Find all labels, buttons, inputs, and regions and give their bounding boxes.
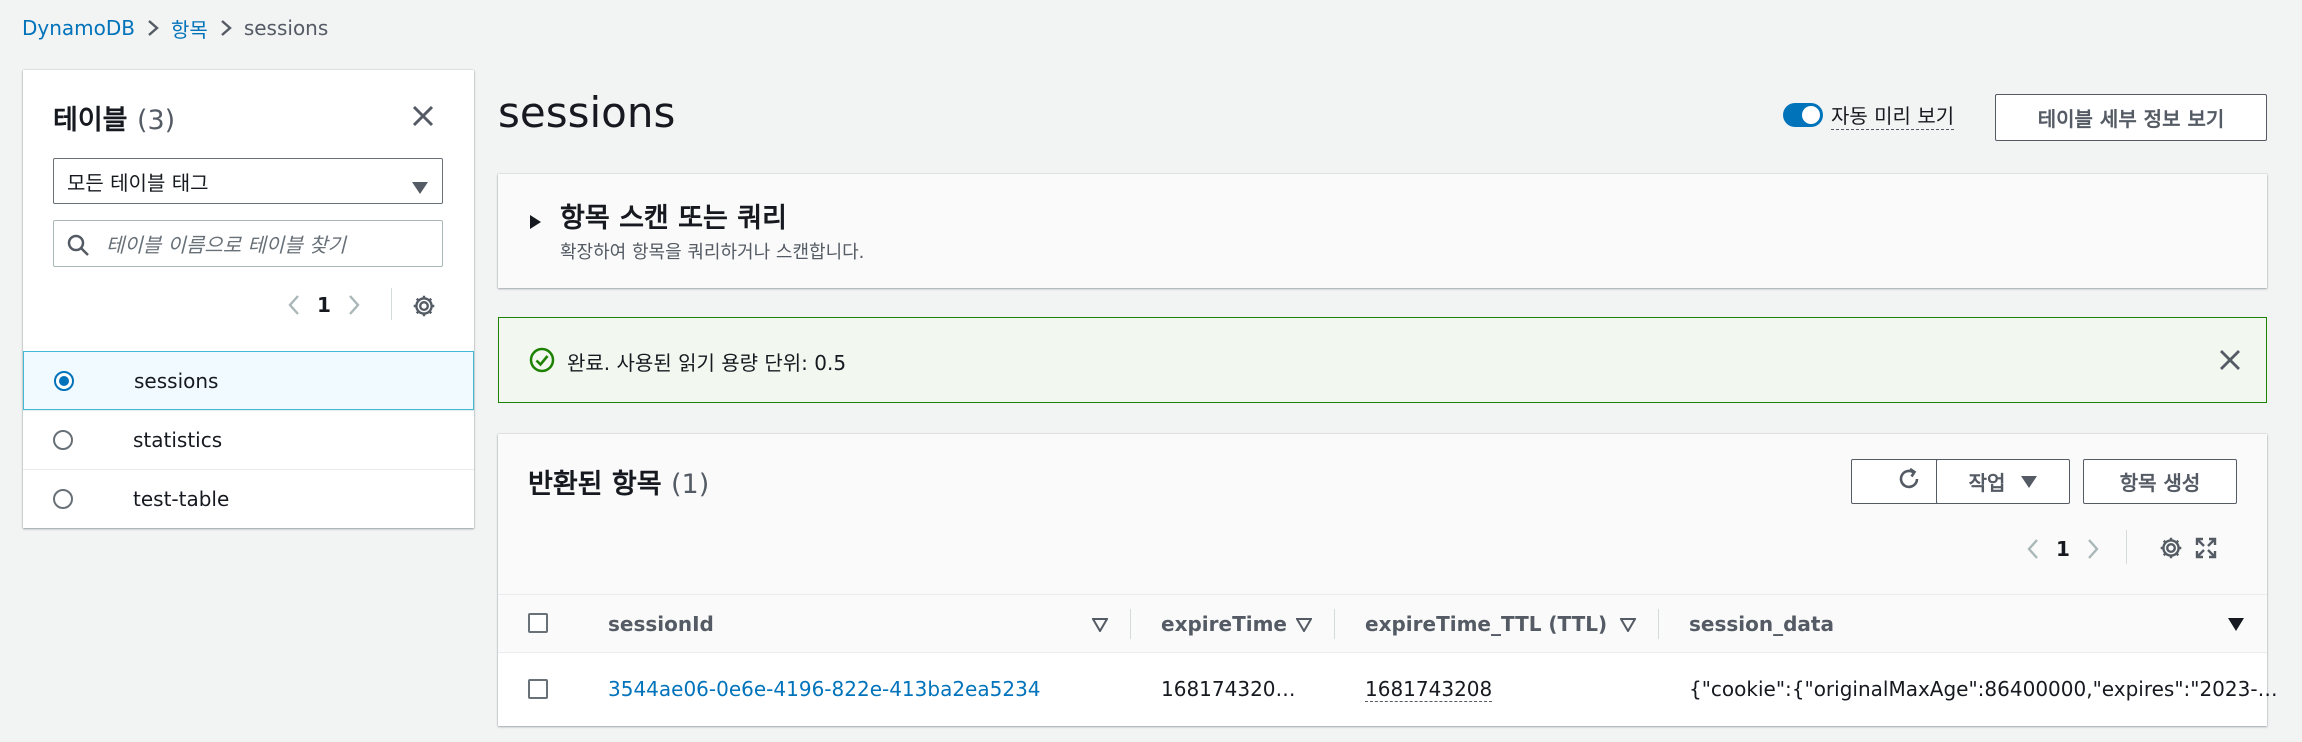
column-header-sessionid[interactable]: sessionId xyxy=(608,612,714,636)
tables-panel: 테이블 (3) 모든 테이블 태그 테이블 이름으로 테이블 찾기 1 sess… xyxy=(23,70,474,528)
results-page-number[interactable]: 1 xyxy=(2048,537,2078,561)
sort-descending-icon[interactable] xyxy=(2228,617,2244,636)
fullscreen-expand-icon[interactable] xyxy=(2190,532,2222,564)
expire-time-ttl-cell[interactable]: 1681743208 xyxy=(1365,677,1493,702)
returned-items-title: 반환된 항목 (1) xyxy=(528,462,709,501)
returned-items-title-text: 반환된 항목 xyxy=(528,469,662,500)
column-header-session-data[interactable]: session_data xyxy=(1689,612,1834,636)
create-item-button[interactable]: 항목 생성 xyxy=(2083,459,2237,504)
table-list-item-label: test-table xyxy=(133,487,230,511)
select-all-checkbox[interactable] xyxy=(528,613,548,633)
returned-items-count: (1) xyxy=(671,469,710,500)
tables-title-text: 테이블 xyxy=(53,105,128,136)
radio-button-selected[interactable] xyxy=(54,371,74,391)
auto-preview-toggle[interactable] xyxy=(1783,103,1823,127)
success-flashbar: 완료. 사용된 읽기 용량 단위: 0.5 xyxy=(498,317,2267,403)
caret-right-icon[interactable] xyxy=(528,214,542,234)
refresh-icon xyxy=(1896,466,1922,497)
check-circle-icon xyxy=(529,347,555,377)
table-tag-select[interactable]: 모든 테이블 태그 xyxy=(53,158,443,204)
radio-button[interactable] xyxy=(53,489,73,509)
chevron-right-icon xyxy=(135,18,171,38)
tables-panel-title: 테이블 (3) xyxy=(53,98,175,137)
row-checkbox[interactable] xyxy=(528,679,548,699)
column-divider[interactable] xyxy=(1658,609,1659,639)
chevron-right-icon xyxy=(208,18,244,38)
gear-icon[interactable] xyxy=(2155,532,2187,564)
session-id-link[interactable]: 3544ae06-0e6e-4196-822e-413ba2ea5234 xyxy=(608,677,1041,701)
tables-count: (3) xyxy=(136,105,176,136)
chevron-left-icon[interactable] xyxy=(279,290,309,320)
actions-dropdown-button[interactable]: 작업 xyxy=(1936,459,2070,504)
returned-items-panel: 반환된 항목 (1) 작업 항목 생성 1 sessionId expireTi… xyxy=(498,434,2278,726)
chevron-right-icon[interactable] xyxy=(2078,534,2108,564)
sort-icon[interactable] xyxy=(1295,617,1313,636)
close-icon[interactable] xyxy=(2215,345,2245,375)
chevron-right-icon[interactable] xyxy=(339,290,369,320)
table-list-item-test-table[interactable]: test-table xyxy=(23,469,474,528)
table-list-item-label: sessions xyxy=(134,368,219,393)
page-title: sessions xyxy=(498,88,676,137)
table-list: sessions statistics test-table xyxy=(23,351,474,528)
actions-button-label: 작업 xyxy=(1968,471,2006,495)
auto-preview-label[interactable]: 자동 미리 보기 xyxy=(1831,100,1955,130)
chevron-left-icon[interactable] xyxy=(2018,534,2048,564)
session-data-cell: {"cookie":{"originalMaxAge":86400000,"ex… xyxy=(1689,677,2278,701)
sort-icon[interactable] xyxy=(1091,617,1109,636)
table-search-placeholder: 테이블 이름으로 테이블 찾기 xyxy=(106,233,346,257)
table-row: 3544ae06-0e6e-4196-822e-413ba2ea5234 168… xyxy=(498,653,2278,726)
breadcrumb-current: sessions xyxy=(243,16,329,40)
column-divider[interactable] xyxy=(1130,609,1131,639)
caret-down-icon xyxy=(2021,475,2038,488)
scan-query-title[interactable]: 항목 스캔 또는 쿼리 xyxy=(560,196,787,235)
column-header-expiretime-ttl[interactable]: expireTime_TTL (TTL) xyxy=(1365,612,1607,636)
search-icon xyxy=(66,233,90,262)
table-list-item-sessions[interactable]: sessions xyxy=(23,351,474,410)
tables-page-number[interactable]: 1 xyxy=(309,293,339,317)
success-message: 완료. 사용된 읽기 용량 단위: 0.5 xyxy=(567,351,847,375)
divider xyxy=(2126,530,2127,564)
sort-icon[interactable] xyxy=(1619,617,1637,636)
table-search-input[interactable]: 테이블 이름으로 테이블 찾기 xyxy=(53,220,443,267)
column-divider[interactable] xyxy=(1334,609,1335,639)
divider xyxy=(391,288,392,320)
scan-query-subtitle: 확장하여 항목을 쿼리하거나 스캔합니다. xyxy=(560,242,865,263)
tables-pagination: 1 xyxy=(279,290,369,320)
gear-icon[interactable] xyxy=(408,290,440,322)
caret-down-icon xyxy=(412,175,428,199)
breadcrumb-items-link[interactable]: 항목 xyxy=(171,14,208,43)
radio-button[interactable] xyxy=(53,430,73,450)
results-table-header: sessionId expireTime expireTime_TTL (TTL… xyxy=(498,594,2267,653)
column-header-expiretime[interactable]: expireTime xyxy=(1161,612,1287,636)
results-pagination: 1 xyxy=(2018,534,2108,564)
table-list-item-label: statistics xyxy=(133,428,223,452)
breadcrumb: DynamoDB 항목 sessions xyxy=(22,14,328,42)
view-table-details-button[interactable]: 테이블 세부 정보 보기 xyxy=(1995,94,2267,141)
table-list-item-statistics[interactable]: statistics xyxy=(23,410,474,469)
expire-time-cell: 168174320… xyxy=(1161,677,1296,701)
scan-query-panel[interactable]: 항목 스캔 또는 쿼리 확장하여 항목을 쿼리하거나 스캔합니다. xyxy=(498,174,2267,288)
auto-preview-toggle-group: 자동 미리 보기 xyxy=(1783,100,1955,130)
table-tag-select-value: 모든 테이블 태그 xyxy=(67,170,209,195)
breadcrumb-dynamodb-link[interactable]: DynamoDB xyxy=(22,16,135,40)
close-icon[interactable] xyxy=(407,100,439,132)
